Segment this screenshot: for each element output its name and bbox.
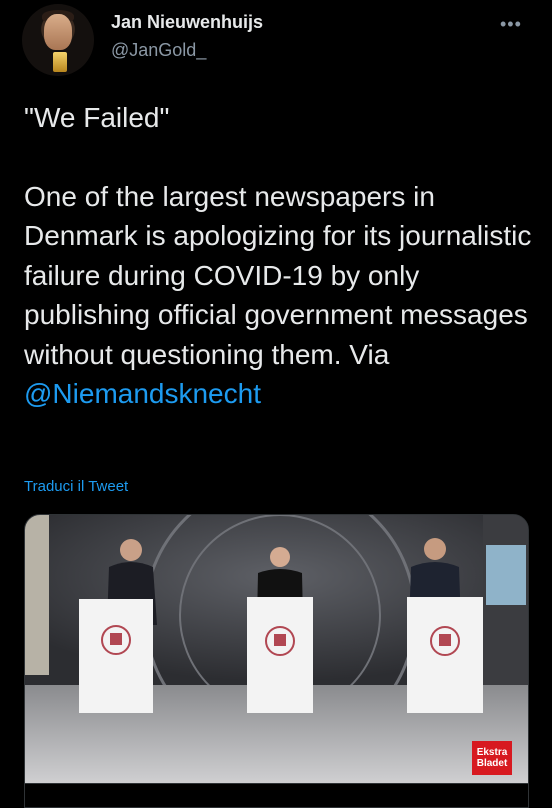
more-options-icon[interactable]: ••• (500, 14, 522, 35)
mention-link[interactable]: @Niemandsknecht (24, 374, 534, 414)
screen (486, 545, 526, 605)
left-curtain (25, 515, 49, 675)
photo-illustration (25, 515, 528, 783)
avatar-face (44, 14, 72, 50)
translate-tweet-link[interactable]: Traduci il Tweet (24, 478, 128, 495)
author-handle[interactable]: @JanGold_ (111, 40, 206, 61)
tweet: Jan Nieuwenhuijs @JanGold_ ••• "We Faile… (0, 0, 552, 808)
podium-center (247, 597, 313, 713)
media-footer (25, 783, 528, 807)
tweet-quote: "We Failed" (24, 102, 170, 133)
tweet-body: One of the largest newspapers in Denmark… (24, 180, 532, 370)
tweet-media[interactable]: Ekstra Bladet (24, 514, 529, 808)
author-name[interactable]: Jan Nieuwenhuijs (111, 12, 263, 33)
tweet-text: "We Failed" One of the largest newspaper… (24, 98, 534, 414)
ekstra-bladet-logo: Ekstra Bladet (472, 741, 512, 775)
gold-bar-icon (53, 52, 67, 72)
author-avatar[interactable] (22, 4, 94, 76)
podium-left (79, 599, 153, 713)
press-conference-photo[interactable]: Ekstra Bladet (25, 515, 528, 783)
podium-right (407, 597, 483, 713)
